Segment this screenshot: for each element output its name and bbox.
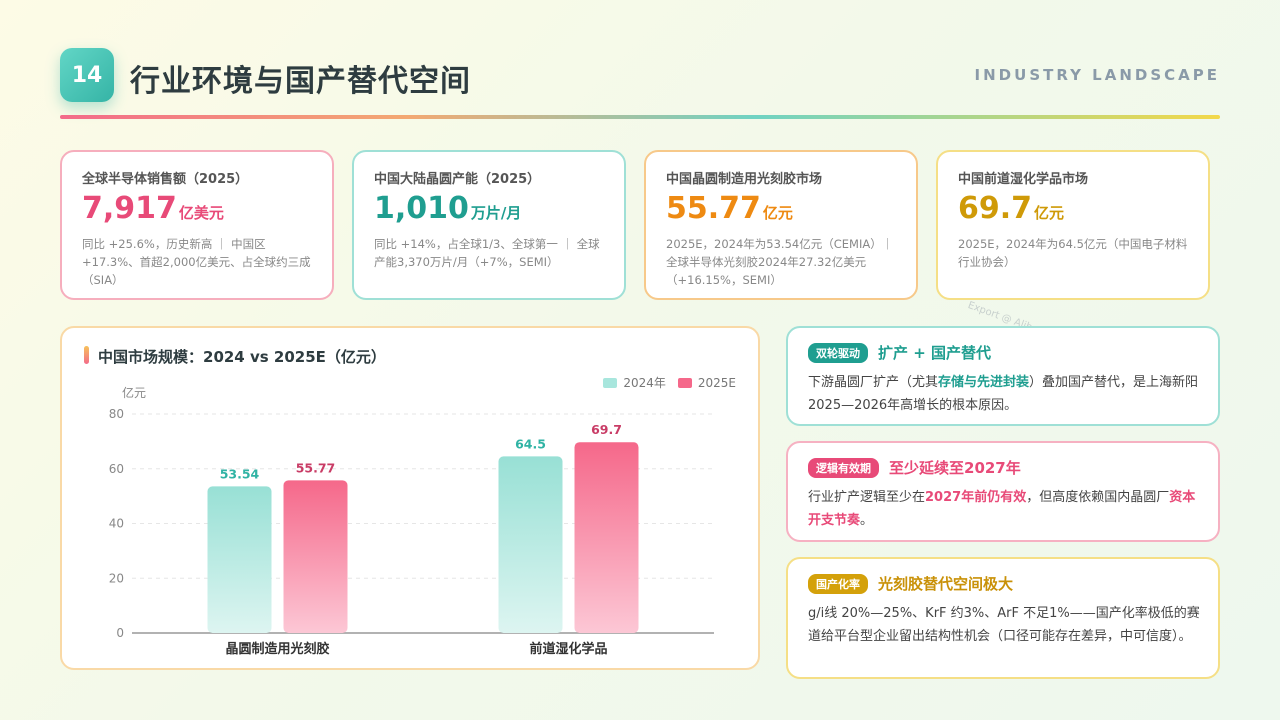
y-tick-label: 60 <box>109 462 124 476</box>
kpi-note: 同比 +14%，占全球1/3、全球第一 ｜ 全球产能3,370万片/月（+7%，… <box>374 237 600 269</box>
insight-tag: 国产化率 <box>808 573 868 594</box>
kpi-note: 2025E，2024年为64.5亿元（中国电子材料行业协会） <box>958 237 1188 269</box>
insight-card-logic-validity: 逻辑有效期 至少延续至2027年 行业扩产逻辑至少在2027年前仍有效，但高度依… <box>786 441 1220 542</box>
insight-text-segment: 下游晶圆厂扩产（尤其 <box>808 375 939 390</box>
insight-body: 行业扩产逻辑至少在2027年前仍有效，但高度依赖国内晶圆厂资本开支节奏。 <box>808 486 1200 532</box>
bar <box>498 456 563 633</box>
insight-tag: 逻辑有效期 <box>808 457 879 478</box>
y-tick-label: 20 <box>109 571 124 585</box>
kpi-card-global-semiconductor-sales: 全球半导体销售额（2025） 7,917 亿美元 同比 +25.6%，历史新高 ｜… <box>60 150 334 300</box>
kpi-unit: 亿元 <box>762 204 793 222</box>
y-tick-label: 0 <box>116 626 124 640</box>
page-title: 行业环境与国产替代空间 <box>130 64 471 99</box>
insight-card-localization-rate: 国产化率 光刻胶替代空间极大 g/i线 20%—25%、KrF 约3%、ArF … <box>786 557 1220 679</box>
bar-data-label: 64.5 <box>515 436 546 451</box>
kpi-number: 55.77 <box>666 191 761 226</box>
kpi-label: 中国晶圆制造用光刻胶市场 <box>666 172 823 187</box>
bar-data-label: 55.77 <box>296 460 336 475</box>
insight-body: g/i线 20%—25%、KrF 约3%、ArF 不足1%——国产化率极低的赛道… <box>808 602 1200 648</box>
kpi-label: 中国大陆晶圆产能（2025） <box>374 172 541 187</box>
kpi-number: 7,917 <box>82 191 177 226</box>
insight-card-header: 逻辑有效期 至少延续至2027年 <box>808 457 1200 478</box>
y-axis-label: 亿元 <box>122 385 146 400</box>
bar <box>207 486 272 633</box>
kpi-value: 1,010 万片/月 <box>374 191 606 231</box>
insight-card-header: 双轮驱动 扩产 + 国产替代 <box>808 342 1200 363</box>
y-tick-label: 40 <box>109 517 124 531</box>
insight-text-segment: 2027年前仍有效 <box>925 490 1027 505</box>
title-divider <box>60 115 1220 119</box>
bar-data-label: 53.54 <box>220 466 260 481</box>
insight-title: 扩产 + 国产替代 <box>878 344 992 362</box>
section-number-badge: 14 <box>60 48 114 102</box>
bar <box>574 442 639 633</box>
kpi-number: 1,010 <box>374 191 469 226</box>
insight-tag: 双轮驱动 <box>808 342 868 363</box>
insight-text-segment: g/i线 20%—25%、KrF 约3%、ArF 不足1%——国产化率极低的赛道… <box>808 606 1200 644</box>
kpi-card-photoresist-market: 中国晶圆制造用光刻胶市场 55.77 亿元 2025E，2024年为53.54亿元… <box>644 150 918 300</box>
insight-text-segment: ，但高度依赖国内晶圆厂 <box>1026 490 1170 505</box>
kpi-unit: 亿美元 <box>178 204 224 222</box>
kpi-label: 全球半导体销售额（2025） <box>82 172 249 187</box>
kpi-value: 7,917 亿美元 <box>82 191 314 231</box>
kpi-note: 同比 +25.6%，历史新高 ｜ 中国区 +17.3%、首超2,000亿美元、占… <box>82 237 311 287</box>
kpi-value: 55.77 亿元 <box>666 191 898 231</box>
kpi-value: 69.7 亿元 <box>958 191 1190 231</box>
insight-text-segment: 。 <box>860 513 874 528</box>
x-tick-label: 晶圆制造用光刻胶 <box>225 641 329 657</box>
kpi-label: 中国前道湿化学品市场 <box>958 172 1089 187</box>
page-subtitle: INDUSTRY LANDSCAPE <box>974 66 1220 84</box>
insight-title: 至少延续至2027年 <box>889 459 1021 477</box>
kpi-unit: 万片/月 <box>470 204 522 222</box>
insight-title: 光刻胶替代空间极大 <box>878 575 1014 593</box>
bar-chart: 亿元 0 20 40 60 80 53.54 55.77 晶圆制造用光刻胶 64.5 69.7 前道湿… <box>109 385 714 657</box>
kpi-unit: 亿元 <box>1034 204 1065 222</box>
chart-card: 中国市场规模：2024 vs 2025E（亿元） 2024年 2025E 亿元 0… <box>60 326 760 670</box>
y-tick-label: 80 <box>109 407 124 421</box>
insight-body: 下游晶圆厂扩产（尤其存储与先进封装）叠加国产替代，是上海新阳2025—2026年… <box>808 371 1200 417</box>
kpi-card-wet-chemicals-market: 中国前道湿化学品市场 69.7 亿元 2025E，2024年为64.5亿元（中国电… <box>936 150 1210 300</box>
insight-text-segment: 行业扩产逻辑至少在 <box>808 490 926 505</box>
insight-card-header: 国产化率 光刻胶替代空间极大 <box>808 573 1200 594</box>
insight-text-segment: 存储与先进封装 <box>938 375 1030 390</box>
kpi-note: 2025E，2024年为53.54亿元（CEMIA）｜ 全球半导体光刻胶2024… <box>666 237 894 287</box>
insight-card-dual-drive: 双轮驱动 扩产 + 国产替代 下游晶圆厂扩产（尤其存储与先进封装）叠加国产替代，… <box>786 326 1220 426</box>
bar-data-label: 69.7 <box>591 422 622 437</box>
kpi-card-china-wafer-capacity: 中国大陆晶圆产能（2025） 1,010 万片/月 同比 +14%，占全球1/3、… <box>352 150 626 300</box>
bar <box>283 480 348 633</box>
x-tick-label: 前道湿化学品 <box>529 641 607 657</box>
kpi-number: 69.7 <box>958 191 1033 226</box>
